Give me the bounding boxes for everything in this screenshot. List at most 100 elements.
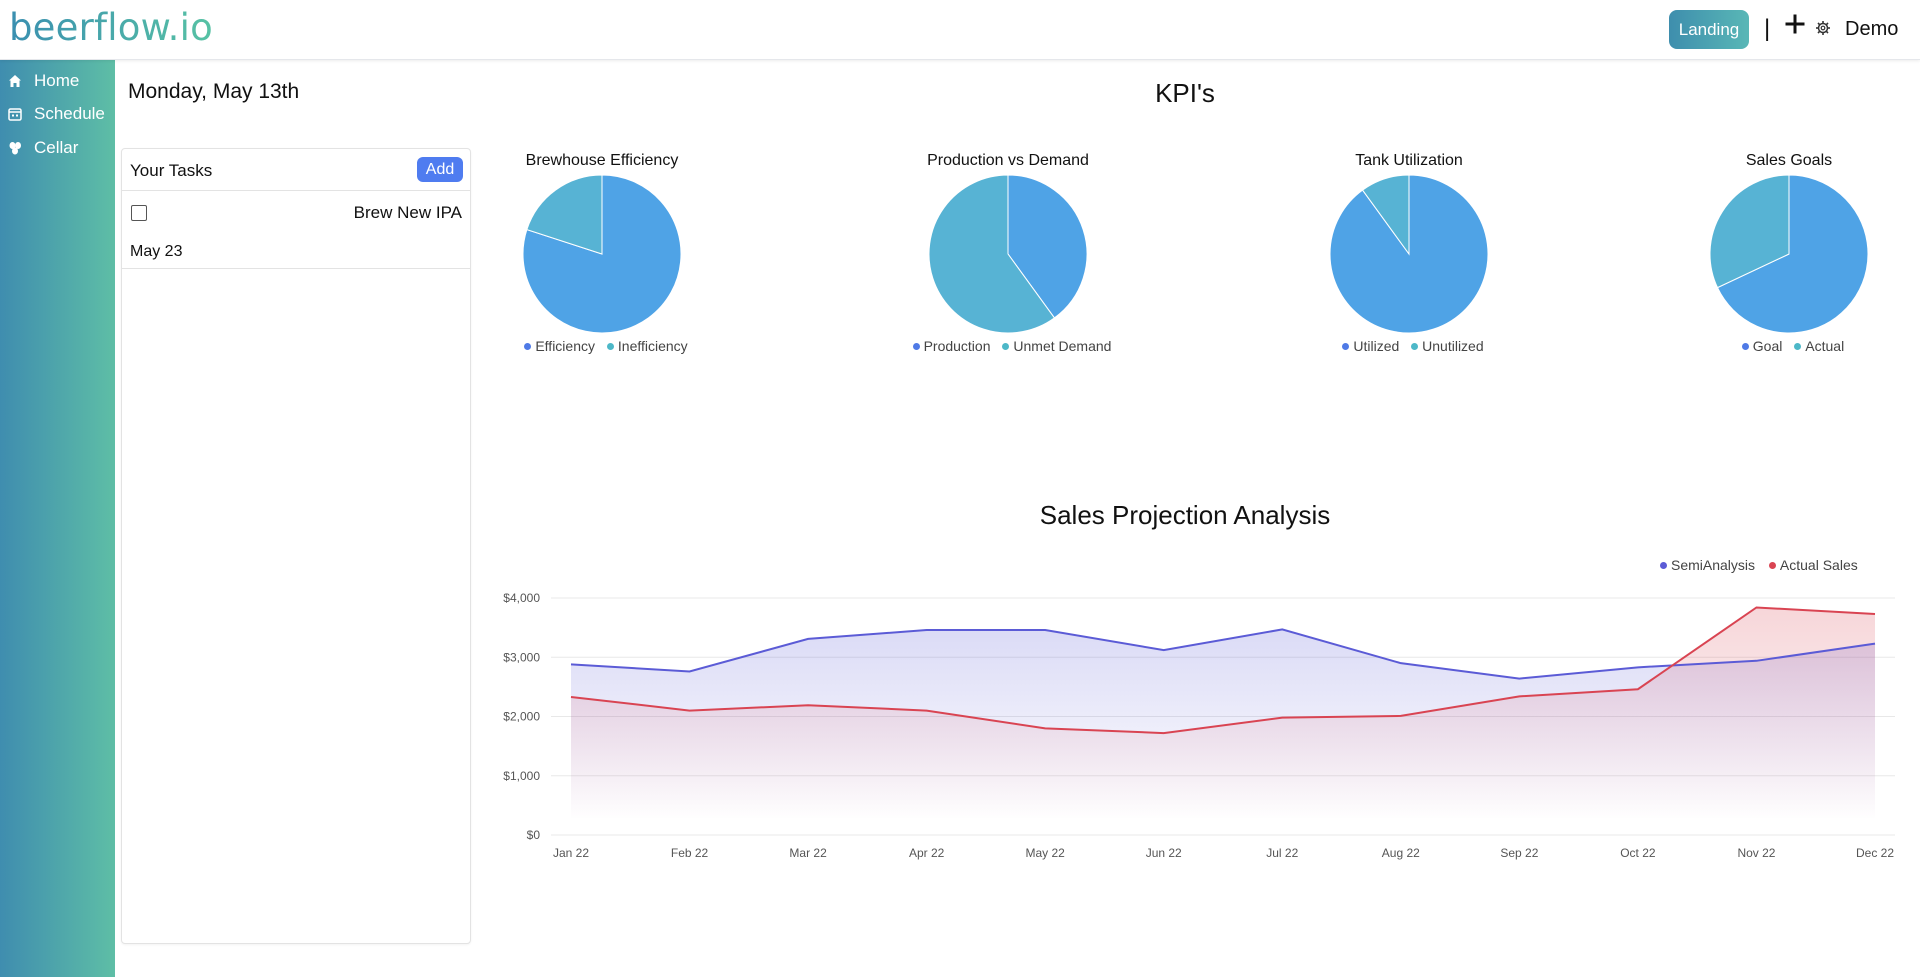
- y-tick-label: $0: [527, 828, 541, 842]
- x-tick-label: Nov 22: [1737, 846, 1775, 860]
- pie-chart-sales-goals: Sales Goals Goal Actual: [1679, 150, 1899, 370]
- x-tick-label: Mar 22: [789, 846, 827, 860]
- tasks-title: Your Tasks: [130, 161, 213, 180]
- data-point[interactable]: [687, 669, 692, 674]
- calendar-icon: [8, 108, 22, 121]
- legend-dot: [1342, 343, 1350, 351]
- x-tick-label: Jul 22: [1266, 846, 1298, 860]
- top-bar: beerflow.io Landing | Demo: [0, 0, 1920, 60]
- data-point[interactable]: [1398, 661, 1403, 666]
- legend-label[interactable]: Efficiency: [535, 338, 595, 354]
- user-menu[interactable]: Demo: [1845, 18, 1898, 41]
- task-date: May 23: [130, 243, 183, 260]
- task-item: Brew New IPA May 23: [122, 190, 470, 269]
- data-point[interactable]: [1398, 713, 1403, 718]
- barrels-icon: [9, 142, 21, 155]
- landing-button[interactable]: Landing: [1669, 10, 1749, 49]
- data-point[interactable]: [924, 627, 929, 632]
- gear-icon[interactable]: [1815, 20, 1831, 36]
- legend-label[interactable]: Unmet Demand: [1013, 338, 1111, 354]
- data-point[interactable]: [1873, 611, 1878, 616]
- legend-dot: [1794, 343, 1802, 351]
- sidebar-item-label: Home: [34, 71, 80, 90]
- pie-chart-tank-utilization: Tank Utilization Utilized Unutilized: [1299, 150, 1519, 370]
- legend-dot: [606, 343, 614, 351]
- data-point[interactable]: [1873, 641, 1878, 646]
- data-point[interactable]: [1517, 676, 1522, 681]
- add-task-button[interactable]: Add: [417, 157, 463, 182]
- data-point[interactable]: [1161, 648, 1166, 653]
- data-point[interactable]: [1517, 694, 1522, 699]
- x-tick-label: Dec 22: [1856, 846, 1894, 860]
- x-tick-label: Feb 22: [671, 846, 709, 860]
- pie-legend: Production Unmet Demand: [898, 338, 1118, 354]
- data-point[interactable]: [1043, 627, 1048, 632]
- header-separator: |: [1764, 15, 1771, 42]
- data-point[interactable]: [1280, 715, 1285, 720]
- y-tick-label: $4,000: [503, 591, 540, 605]
- pie-svg: [1329, 174, 1489, 334]
- data-point[interactable]: [1161, 731, 1166, 736]
- sidebar-item-home[interactable]: Home: [0, 66, 115, 96]
- legend-label[interactable]: Inefficiency: [618, 338, 688, 354]
- legend-label[interactable]: Utilized: [1353, 338, 1399, 354]
- pie-svg: [928, 174, 1088, 334]
- task-name: Brew New IPA: [353, 203, 462, 222]
- data-point[interactable]: [924, 708, 929, 713]
- pie-svg: [1709, 174, 1869, 334]
- y-tick-label: $3,000: [503, 650, 540, 664]
- sidebar-item-label: Cellar: [34, 138, 79, 157]
- current-date: Monday, May 13th: [128, 80, 300, 103]
- legend-dot: [524, 343, 532, 351]
- legend-label[interactable]: Unutilized: [1422, 338, 1483, 354]
- home-icon: [9, 75, 21, 87]
- y-tick-label: $2,000: [503, 710, 540, 724]
- data-point[interactable]: [1635, 687, 1640, 692]
- pie-title: Brewhouse Efficiency: [525, 152, 679, 169]
- data-point[interactable]: [1280, 627, 1285, 632]
- pie-title: Tank Utilization: [1355, 152, 1463, 169]
- sidebar-item-schedule[interactable]: Schedule: [0, 99, 115, 129]
- sidebar-item-cellar[interactable]: Cellar: [0, 133, 115, 163]
- data-point[interactable]: [806, 636, 811, 641]
- sales-chart-title: Sales Projection Analysis: [1039, 500, 1331, 530]
- data-point[interactable]: [569, 662, 574, 667]
- data-point[interactable]: [569, 694, 574, 699]
- sales-line-chart: $0 $1,000 $2,000 $3,000 $4,000 Jan 22 Feb 22 Ma…: [503, 591, 1895, 860]
- legend-dot: [1411, 343, 1419, 351]
- data-point[interactable]: [1754, 658, 1759, 663]
- x-tick-label: May 22: [1026, 846, 1066, 860]
- legend-dot: [1741, 343, 1749, 351]
- legend-label[interactable]: Actual: [1805, 338, 1844, 354]
- legend-dot: [1002, 343, 1010, 351]
- sidebar-item-label: Schedule: [34, 104, 105, 123]
- tasks-panel: Your Tasks Add Brew New IPA May 23: [121, 148, 471, 944]
- x-tick-label: Jan 22: [553, 846, 589, 860]
- x-tick-label: Jun 22: [1146, 846, 1182, 860]
- kpi-title: KPI's: [1155, 78, 1215, 108]
- legend-label[interactable]: Goal: [1753, 338, 1783, 354]
- x-tick-label: Sep 22: [1500, 846, 1538, 860]
- data-point[interactable]: [806, 703, 811, 708]
- logo[interactable]: beerflow.io: [9, 6, 213, 49]
- sidebar: Home Schedule Cellar: [0, 59, 115, 977]
- tasks-header: Your Tasks Add: [122, 149, 470, 191]
- pie-chart-brewhouse-efficiency: Brewhouse Efficiency Efficiency Ineffici…: [492, 150, 712, 370]
- x-tick-label: Oct 22: [1620, 846, 1656, 860]
- pie-legend: Utilized Unutilized: [1299, 338, 1519, 354]
- pie-svg: [522, 174, 682, 334]
- data-point[interactable]: [687, 708, 692, 713]
- plus-icon[interactable]: [1783, 12, 1807, 36]
- pie-title: Production vs Demand: [927, 152, 1089, 169]
- pie-legend: Efficiency Inefficiency: [492, 338, 712, 354]
- task-checkbox[interactable]: [131, 205, 147, 221]
- legend-label[interactable]: Production: [924, 338, 991, 354]
- x-tick-label: Aug 22: [1382, 846, 1420, 860]
- pie-chart-production-vs-demand: Production vs Demand Production Unmet De…: [898, 150, 1118, 370]
- legend-dot: [912, 343, 920, 351]
- pie-legend: Goal Actual: [1679, 338, 1899, 354]
- data-point[interactable]: [1635, 665, 1640, 670]
- data-point[interactable]: [1754, 605, 1759, 610]
- data-point[interactable]: [1043, 726, 1048, 731]
- y-tick-label: $1,000: [503, 769, 540, 783]
